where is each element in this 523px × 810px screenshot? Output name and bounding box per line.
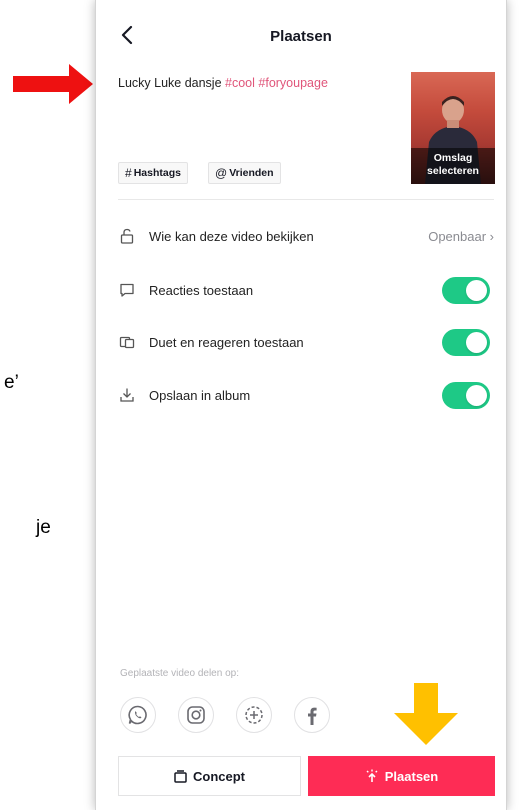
cover-thumbnail[interactable]: Omslag selecteren — [411, 72, 495, 184]
hashtag-foryoupage: #foryoupage — [258, 76, 328, 90]
yellow-arrow-annotation — [394, 683, 458, 745]
lock-icon — [120, 228, 134, 244]
cover-label: Omslag selecteren — [411, 148, 495, 184]
hash-icon: # — [125, 166, 132, 180]
header: Plaatsen — [96, 0, 506, 74]
divider — [118, 199, 494, 200]
share-label: Geplaatste video delen op: — [120, 668, 239, 679]
instagram-icon[interactable] — [178, 697, 214, 733]
hashtag-cool: #cool — [225, 76, 255, 90]
download-icon — [120, 388, 134, 402]
privacy-value: Openbaar › — [428, 228, 494, 244]
save-toggle[interactable] — [442, 381, 490, 409]
duet-row: Duet en reageren toestaan — [96, 322, 506, 362]
friends-chip[interactable]: @ Vrienden — [208, 162, 281, 184]
toggle-knob — [466, 279, 487, 301]
concept-button-label: Concept — [193, 768, 245, 784]
add-story-icon[interactable] — [236, 697, 272, 733]
at-icon: @ — [215, 166, 228, 180]
concept-button[interactable]: Concept — [118, 756, 301, 796]
toggle-knob — [466, 384, 487, 406]
whatsapp-icon[interactable] — [120, 697, 156, 733]
save-label: Opslaan in album — [149, 387, 251, 403]
privacy-row[interactable]: Wie kan deze video bekijken Openbaar › — [96, 216, 506, 256]
duet-toggle[interactable] — [442, 328, 490, 356]
save-row: Opslaan in album — [96, 375, 506, 415]
red-arrow-annotation — [13, 64, 93, 104]
drafts-icon — [174, 769, 187, 783]
background-text-2: je — [36, 517, 51, 538]
toggle-knob — [466, 331, 487, 353]
hashtags-chip-label: Hashtags — [133, 167, 181, 179]
comments-row: Reacties toestaan — [96, 270, 506, 310]
comments-toggle[interactable] — [442, 276, 490, 304]
post-button[interactable]: Plaatsen — [308, 756, 495, 796]
page-title: Plaatsen — [270, 28, 332, 45]
duet-label: Duet en reageren toestaan — [149, 334, 304, 350]
hashtags-chip[interactable]: # Hashtags — [118, 162, 188, 184]
sparkle-upload-icon — [366, 769, 378, 782]
duet-icon — [119, 336, 135, 349]
friends-chip-label: Vrienden — [229, 167, 274, 179]
facebook-icon[interactable] — [294, 697, 330, 733]
comments-label: Reacties toestaan — [149, 282, 254, 298]
background-text-1: e’ — [4, 372, 19, 393]
comment-icon — [120, 283, 134, 297]
caption-input[interactable]: Lucky Luke dansje #cool #foryoupage — [118, 76, 328, 90]
post-button-label: Plaatsen — [384, 768, 439, 784]
privacy-label: Wie kan deze video bekijken — [149, 228, 314, 244]
caption-text: Lucky Luke dansje — [118, 76, 226, 90]
